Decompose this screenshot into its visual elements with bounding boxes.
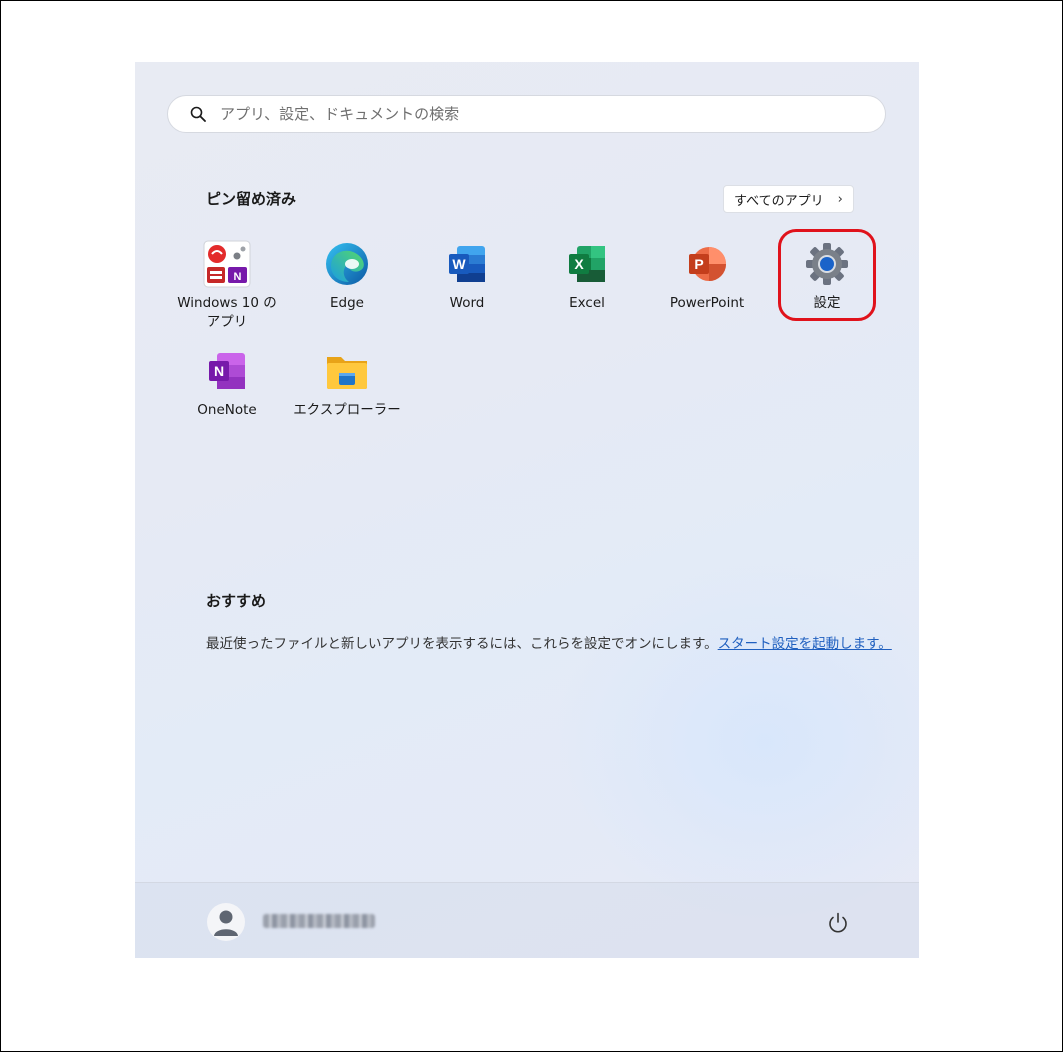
app-windows10-apps[interactable]: N Windows 10 のアプリ xyxy=(167,240,287,332)
windows10-apps-folder-icon: N xyxy=(203,240,251,288)
user-icon xyxy=(214,910,238,936)
search-box[interactable] xyxy=(167,95,886,133)
powerpoint-icon: P xyxy=(689,247,726,281)
svg-text:P: P xyxy=(694,256,703,272)
start-settings-link[interactable]: スタート設定を起動します。 xyxy=(718,636,892,652)
recommended-title: おすすめ xyxy=(206,592,267,610)
app-label: 設定 xyxy=(813,295,841,311)
app-label: Edge xyxy=(330,295,364,311)
svg-text:N: N xyxy=(234,271,242,283)
all-apps-label: すべてのアプリ xyxy=(734,193,824,209)
app-excel[interactable]: X Excel xyxy=(527,240,647,313)
app-powerpoint[interactable]: P PowerPoint xyxy=(647,240,767,313)
onenote-icon: N xyxy=(209,353,245,389)
app-label: エクスプローラー xyxy=(293,402,401,418)
background-glow xyxy=(555,562,919,922)
excel-icon: X xyxy=(569,246,605,282)
user-avatar[interactable] xyxy=(207,903,245,941)
chevron-right-icon: › xyxy=(837,191,843,207)
pinned-title: ピン留め済み xyxy=(206,190,297,208)
app-label: OneNote xyxy=(197,402,257,418)
power-icon[interactable] xyxy=(825,910,851,936)
search-icon xyxy=(190,106,206,122)
app-onenote[interactable]: N OneNote xyxy=(167,347,287,420)
start-menu: ピン留め済み すべてのアプリ › N Windows 10 のアプリ xyxy=(135,62,919,958)
file-explorer-icon xyxy=(327,357,367,389)
app-label: PowerPoint xyxy=(669,295,745,311)
svg-text:W: W xyxy=(452,256,466,272)
svg-text:X: X xyxy=(574,256,584,272)
start-footer: ■■■■■■■■ xyxy=(135,882,919,958)
app-label: Windows 10 のアプリ xyxy=(177,295,277,330)
recommended-message-text: 最近使ったファイルと新しいアプリを表示するには、これらを設定でオンにします。 xyxy=(206,636,718,652)
word-icon: W xyxy=(449,246,485,282)
app-edge[interactable]: Edge xyxy=(287,240,407,313)
recommended-message: 最近使ったファイルと新しいアプリを表示するには、これらを設定でオンにします。スタ… xyxy=(206,632,892,652)
app-settings[interactable]: 設定 xyxy=(767,240,887,313)
all-apps-button[interactable]: すべてのアプリ › xyxy=(723,185,854,213)
svg-text:N: N xyxy=(214,363,224,379)
search-input[interactable] xyxy=(218,104,862,124)
app-word[interactable]: W Word xyxy=(407,240,527,313)
settings-gear-icon xyxy=(806,243,848,285)
app-file-explorer[interactable]: エクスプローラー xyxy=(287,347,407,420)
app-label: Excel xyxy=(569,295,605,311)
app-label: Word xyxy=(449,295,485,311)
edge-icon xyxy=(326,243,368,285)
user-name[interactable]: ■■■■■■■■ xyxy=(263,914,375,928)
